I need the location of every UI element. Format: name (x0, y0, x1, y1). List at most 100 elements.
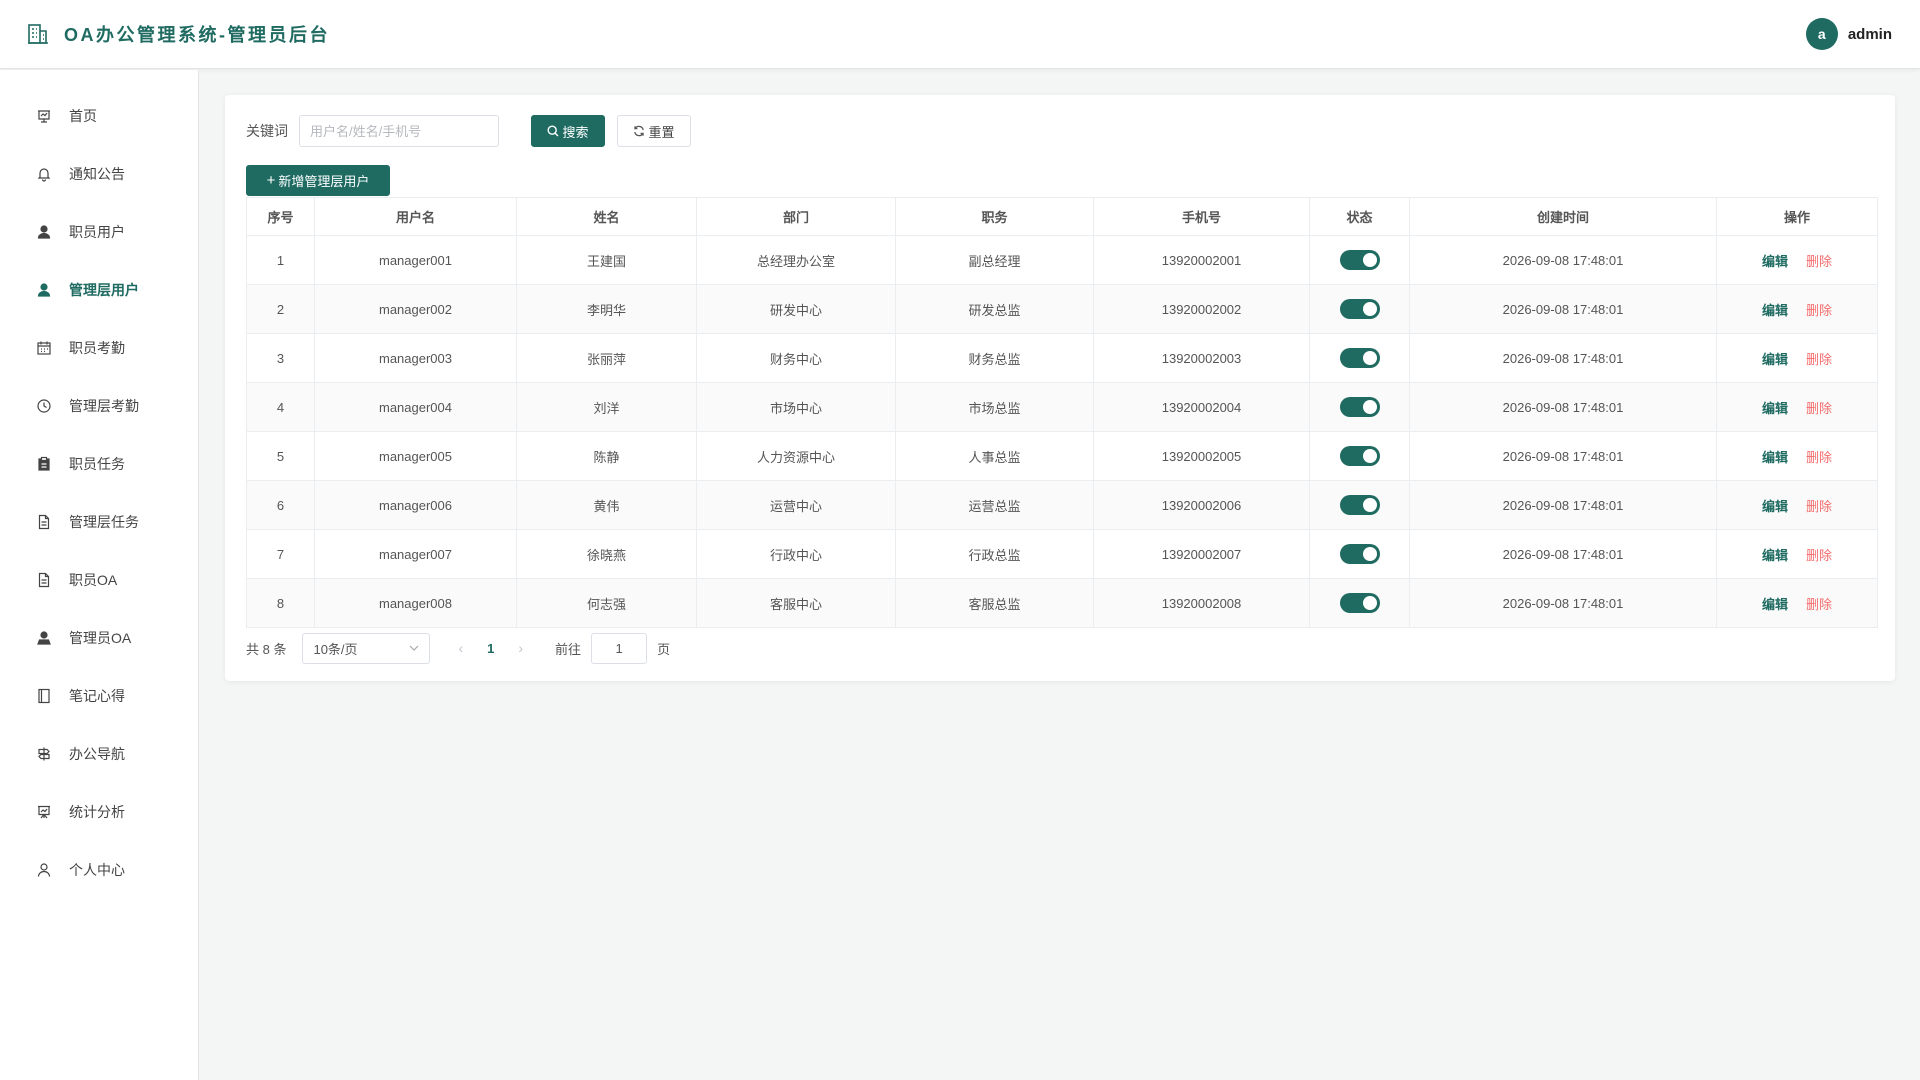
admin-user-icon (35, 629, 53, 647)
reset-button[interactable]: 重置 (617, 115, 691, 147)
document-icon (35, 571, 53, 589)
sidebar-item-12[interactable]: 统计分析 (0, 783, 198, 841)
cell-title: 行政总监 (895, 529, 1094, 579)
status-toggle[interactable] (1339, 348, 1380, 368)
cell-created: 2026-09-08 17:48:01 (1409, 333, 1717, 383)
status-toggle[interactable] (1339, 495, 1380, 515)
user-menu[interactable]: a admin (1805, 18, 1892, 50)
cell-actions: 编辑 删除 (1716, 578, 1878, 628)
delete-link[interactable]: 删除 (1806, 499, 1832, 514)
user-icon (35, 281, 53, 299)
cell-created: 2026-09-08 17:48:01 (1409, 480, 1717, 530)
edit-link[interactable]: 编辑 (1762, 548, 1788, 563)
cell-status (1309, 333, 1410, 383)
prev-page-icon[interactable]: ‹ (458, 640, 463, 656)
cell-actions: 编辑 删除 (1716, 431, 1878, 481)
sidebar-item-1[interactable]: 通知公告 (0, 145, 198, 203)
edit-link[interactable]: 编辑 (1762, 499, 1788, 514)
cell-dept: 市场中心 (696, 382, 896, 432)
table-row: 3 manager003 张丽萍 财务中心 财务总监 13920002003 2026-09… (246, 333, 1878, 383)
cell-title: 客服总监 (895, 578, 1094, 628)
cell-dept: 总经理办公室 (696, 235, 896, 285)
sidebar-item-label: 笔记心得 (69, 688, 125, 704)
edit-link[interactable]: 编辑 (1762, 352, 1788, 367)
sidebar-item-label: 个人中心 (69, 862, 125, 878)
cell-dept: 行政中心 (696, 529, 896, 579)
status-toggle[interactable] (1339, 593, 1380, 613)
status-toggle[interactable] (1339, 397, 1380, 417)
delete-link[interactable]: 删除 (1806, 254, 1832, 269)
column-header: 操作 (1716, 197, 1878, 236)
sidebar-item-2[interactable]: 职员用户 (0, 203, 198, 261)
edit-link[interactable]: 编辑 (1762, 254, 1788, 269)
cell-created: 2026-09-08 17:48:01 (1409, 235, 1717, 285)
username[interactable]: admin (1848, 26, 1892, 43)
sidebar-item-label: 管理层任务 (69, 514, 139, 530)
search-button[interactable]: 搜索 (531, 115, 605, 147)
document-icon (35, 513, 53, 531)
keyword-input[interactable] (299, 115, 499, 147)
avatar[interactable]: a (1805, 18, 1838, 50)
table-row: 2 manager002 李明华 研发中心 研发总监 13920002002 2026-09… (246, 284, 1878, 334)
add-manager-button[interactable]: + 新增管理层用户 (246, 165, 390, 196)
edit-link[interactable]: 编辑 (1762, 597, 1788, 612)
column-header: 序号 (246, 197, 315, 236)
cell-no: 8 (246, 578, 315, 628)
cell-title: 运营总监 (895, 480, 1094, 530)
status-toggle[interactable] (1339, 446, 1380, 466)
sidebar-item-label: 职员任务 (69, 456, 125, 472)
sidebar-item-4[interactable]: 职员考勤 (0, 319, 198, 377)
edit-link[interactable]: 编辑 (1762, 401, 1788, 416)
cell-dept: 财务中心 (696, 333, 896, 383)
cell-no: 7 (246, 529, 315, 579)
edit-link[interactable]: 编辑 (1762, 303, 1788, 318)
sidebar-item-label: 管理员OA (69, 630, 132, 646)
goto-page-input[interactable] (591, 632, 648, 664)
cell-username: manager005 (314, 431, 517, 481)
page-size-select[interactable]: 10条/页 (302, 632, 431, 664)
delete-link[interactable]: 删除 (1806, 352, 1832, 367)
status-toggle[interactable] (1339, 544, 1380, 564)
delete-link[interactable]: 删除 (1806, 303, 1832, 318)
total-count: 共 8 条 (246, 641, 287, 657)
cell-actions: 编辑 删除 (1716, 382, 1878, 432)
page-number[interactable]: 1 (487, 641, 494, 656)
cell-status (1309, 382, 1410, 432)
status-toggle[interactable] (1339, 250, 1380, 270)
table-row: 5 manager005 陈静 人力资源中心 人事总监 13920002005 2026-0… (246, 431, 1878, 481)
cell-dept: 人力资源中心 (696, 431, 896, 481)
filter-bar: 关键词 搜索 重置 (246, 115, 691, 147)
calendar-icon (35, 339, 53, 357)
keyword-label: 关键词 (246, 123, 288, 139)
sidebar-item-11[interactable]: 办公导航 (0, 725, 198, 783)
delete-link[interactable]: 删除 (1806, 450, 1832, 465)
sidebar-item-0[interactable]: 首页 (0, 87, 198, 145)
sidebar-item-9[interactable]: 管理员OA (0, 609, 198, 667)
delete-link[interactable]: 删除 (1806, 401, 1832, 416)
cell-created: 2026-09-08 17:48:01 (1409, 529, 1717, 579)
sidebar-item-3[interactable]: 管理层用户 (0, 261, 198, 319)
cell-no: 6 (246, 480, 315, 530)
sidebar-item-label: 职员用户 (69, 224, 125, 240)
signpost-icon (35, 745, 53, 763)
sidebar-item-7[interactable]: 管理层任务 (0, 493, 198, 551)
user-icon (35, 223, 53, 241)
edit-link[interactable]: 编辑 (1762, 450, 1788, 465)
sidebar-item-label: 职员考勤 (69, 340, 125, 356)
cell-status (1309, 431, 1410, 481)
manager-table: 序号 用户名 姓名 部门 职务 手机号 状态 创建时间 操作 1 manager001 王建国 总经理… (246, 197, 1878, 628)
search-icon (547, 125, 559, 137)
sidebar-item-13[interactable]: 个人中心 (0, 841, 198, 899)
cell-no: 1 (246, 235, 315, 285)
status-toggle[interactable] (1339, 299, 1380, 319)
delete-link[interactable]: 删除 (1806, 548, 1832, 563)
sidebar-item-8[interactable]: 职员OA (0, 551, 198, 609)
sidebar-item-10[interactable]: 笔记心得 (0, 667, 198, 725)
cell-no: 5 (246, 431, 315, 481)
cell-name: 徐晓燕 (516, 529, 697, 579)
sidebar-item-6[interactable]: 职员任务 (0, 435, 198, 493)
delete-link[interactable]: 删除 (1806, 597, 1832, 612)
sidebar-item-5[interactable]: 管理层考勤 (0, 377, 198, 435)
next-page-icon[interactable]: › (518, 640, 523, 656)
cell-title: 副总经理 (895, 235, 1094, 285)
